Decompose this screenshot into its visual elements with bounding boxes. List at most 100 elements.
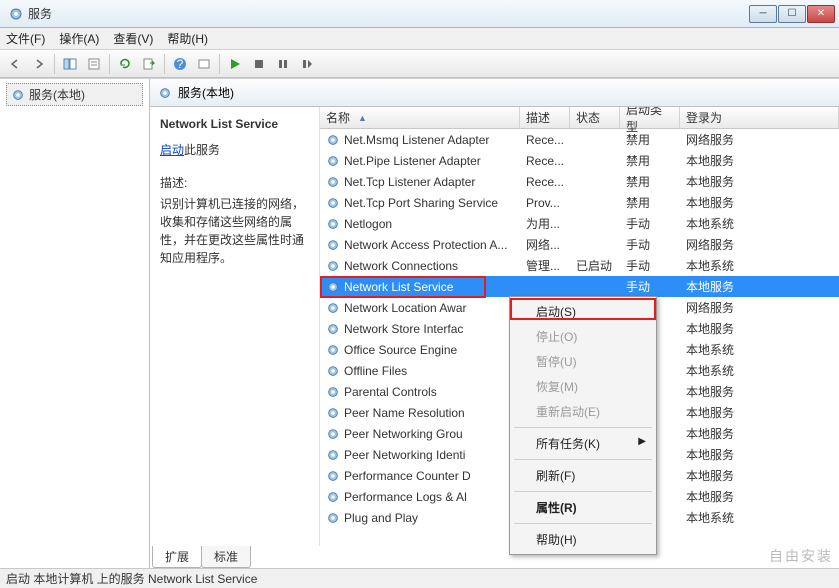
cell-name: Net.Tcp Port Sharing Service (320, 196, 520, 210)
gear-icon (326, 469, 340, 483)
cell-start: 手动 (620, 236, 680, 253)
ctx-start[interactable]: 启动(S) (512, 299, 654, 324)
start-suffix: 此服务 (184, 143, 220, 157)
submenu-arrow-icon: ▶ (638, 436, 646, 447)
cell-start: 禁用 (620, 152, 680, 169)
col-start[interactable]: 启动类型 (620, 107, 680, 128)
cell-desc: Rece... (520, 133, 570, 147)
cell-name: Peer Networking Identi (320, 448, 520, 462)
cell-name: Parental Controls (320, 385, 520, 399)
col-name[interactable]: 名称▲ (320, 107, 520, 128)
tab-extended[interactable]: 扩展 (152, 546, 202, 568)
cell-logon: 本地服务 (680, 152, 839, 169)
cell-logon: 网络服务 (680, 131, 839, 148)
ctx-resume: 恢复(M) (512, 374, 654, 399)
refresh-button[interactable] (114, 53, 136, 75)
gear-icon (326, 133, 340, 147)
start-service-button[interactable] (224, 53, 246, 75)
service-row[interactable]: Net.Msmq Listener AdapterRece...禁用网络服务 (320, 129, 839, 150)
minimize-button[interactable]: ─ (749, 5, 777, 23)
gear-icon (326, 301, 340, 315)
menu-view[interactable]: 查看(V) (113, 30, 153, 47)
cell-desc: Rece... (520, 175, 570, 189)
cell-logon: 本地系统 (680, 215, 839, 232)
view-tabs: 扩展 标准 (150, 546, 839, 568)
extra-button[interactable] (193, 53, 215, 75)
svg-text:?: ? (177, 57, 184, 71)
cell-desc: Rece... (520, 154, 570, 168)
ctx-properties[interactable]: 属性(R) (512, 495, 654, 520)
cell-start: 手动 (620, 257, 680, 274)
gear-icon (158, 86, 172, 100)
gear-icon (326, 364, 340, 378)
service-row[interactable]: Net.Tcp Port Sharing ServiceProv... 禁用本地服… (320, 192, 839, 213)
gear-icon (326, 280, 340, 294)
tree-item-services-local[interactable]: 服务(本地) (6, 83, 143, 106)
sort-arrow-icon: ▲ (358, 113, 367, 123)
help-button[interactable]: ? (169, 53, 191, 75)
cell-name: Network Location Awar (320, 301, 520, 315)
service-row[interactable]: Net.Pipe Listener AdapterRece...禁用本地服务 (320, 150, 839, 171)
ctx-all-tasks[interactable]: 所有任务(K)▶ (512, 431, 654, 456)
gear-icon (326, 343, 340, 357)
service-row[interactable]: Network List Service手动本地服务 (320, 276, 839, 297)
close-button[interactable]: ✕ (807, 5, 835, 23)
export-button[interactable] (138, 53, 160, 75)
cell-name: Peer Name Resolution (320, 406, 520, 420)
stop-service-button[interactable] (248, 53, 270, 75)
services-icon (8, 6, 24, 22)
col-state[interactable]: 状态 (570, 107, 620, 128)
selected-service-name: Network List Service (160, 117, 309, 131)
gear-icon (326, 322, 340, 336)
statusbar: 启动 本地计算机 上的服务 Network List Service (0, 568, 839, 588)
main-split: 服务(本地) 服务(本地) Network List Service 启动此服务… (0, 78, 839, 568)
cell-name: Office Source Engine (320, 343, 520, 357)
cell-logon: 本地系统 (680, 509, 839, 526)
cell-state: 已启动 (570, 257, 620, 274)
cell-logon: 本地服务 (680, 404, 839, 421)
description-label: 描述: (160, 174, 309, 191)
gear-icon (326, 259, 340, 273)
gear-icon (326, 238, 340, 252)
service-row[interactable]: Net.Tcp Listener AdapterRece...禁用本地服务 (320, 171, 839, 192)
ctx-help[interactable]: 帮助(H) (512, 527, 654, 552)
service-row[interactable]: Network Access Protection A...网络...手动网络服… (320, 234, 839, 255)
tab-standard[interactable]: 标准 (201, 546, 251, 568)
pause-service-button[interactable] (272, 53, 294, 75)
cell-desc: Prov... (520, 196, 570, 210)
menubar: 文件(F) 操作(A) 查看(V) 帮助(H) (0, 28, 839, 50)
cell-desc: 管理... (520, 257, 570, 274)
start-link[interactable]: 启动 (160, 143, 184, 157)
menu-file[interactable]: 文件(F) (6, 30, 45, 47)
service-row[interactable]: Network Connections管理...已启动手动本地系统 (320, 255, 839, 276)
tree-pane: 服务(本地) (0, 79, 150, 568)
gear-icon (326, 511, 340, 525)
restart-service-button[interactable] (296, 53, 318, 75)
col-desc[interactable]: 描述 (520, 107, 570, 128)
cell-name: Peer Networking Grou (320, 427, 520, 441)
service-row[interactable]: Netlogon为用...手动本地系统 (320, 213, 839, 234)
nav-back-button[interactable] (4, 53, 26, 75)
maximize-button[interactable]: ☐ (778, 5, 806, 23)
cell-name: Plug and Play (320, 511, 520, 525)
cell-logon: 本地服务 (680, 173, 839, 190)
cell-name: Performance Counter D (320, 469, 520, 483)
cell-start: 禁用 (620, 131, 680, 148)
cell-name: Network List Service (320, 280, 520, 294)
menu-help[interactable]: 帮助(H) (167, 30, 208, 47)
menu-action[interactable]: 操作(A) (59, 30, 99, 47)
cell-logon: 本地服务 (680, 194, 839, 211)
ctx-refresh[interactable]: 刷新(F) (512, 463, 654, 488)
cell-start: 禁用 (620, 173, 680, 190)
cell-name: Performance Logs & Al (320, 490, 520, 504)
cell-logon: 本地系统 (680, 257, 839, 274)
col-logon[interactable]: 登录为 (680, 107, 839, 128)
cell-logon: 网络服务 (680, 236, 839, 253)
properties-button[interactable] (83, 53, 105, 75)
show-tree-button[interactable] (59, 53, 81, 75)
gear-icon (326, 427, 340, 441)
gear-icon (326, 196, 340, 210)
cell-logon: 本地服务 (680, 488, 839, 505)
cell-start: 禁用 (620, 194, 680, 211)
nav-forward-button[interactable] (28, 53, 50, 75)
